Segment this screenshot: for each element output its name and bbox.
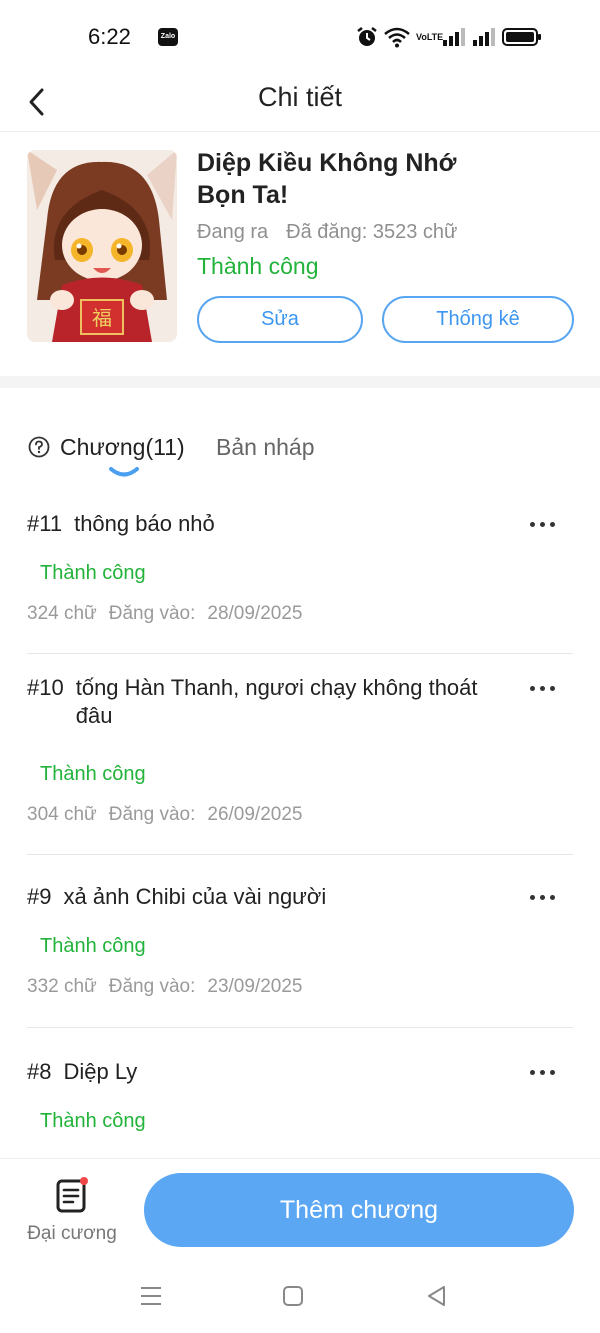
more-options-button[interactable] <box>528 510 558 538</box>
book-word-count: Đã đăng: 3523 chữ <box>286 221 458 243</box>
add-chapter-button[interactable]: Thêm chương <box>144 1173 574 1247</box>
chapter-posted-label: Đăng vào: <box>108 804 196 825</box>
volte-icon: VoLTE <box>416 31 444 42</box>
chapter-date: 28/09/2025 <box>207 603 303 624</box>
tab-chapters[interactable]: Chương(11) <box>28 430 185 464</box>
chapter-word-count: 324 chữ <box>27 603 97 624</box>
status-time: 6:22 <box>88 24 131 49</box>
chapter-status: Thành công <box>40 763 146 785</box>
chapter-word-count: 304 chữ <box>27 804 97 825</box>
chapter-number: #10 <box>27 675 64 700</box>
home-icon[interactable] <box>279 1282 307 1310</box>
tab-chapters-label: Chương(11) <box>60 433 185 460</box>
chapter-title-row: #8 Diệp Ly <box>27 1058 487 1086</box>
page-title: Chi tiết <box>257 82 343 112</box>
book-cover-image[interactable]: 福 <box>27 150 177 342</box>
alarm-icon <box>357 27 377 46</box>
back-triangle-icon[interactable] <box>423 1282 451 1310</box>
outline-label: Đại cương <box>27 1223 117 1244</box>
chapter-title-row: #11 thông báo nhỏ <box>27 510 487 538</box>
chapter-number: #11 <box>27 511 63 536</box>
chapter-item[interactable]: #8 Diệp Ly Thành công <box>0 1028 600 1158</box>
chapter-posted-label: Đăng vào: <box>108 976 196 997</box>
chapter-posted-label: Đăng vào: <box>108 603 196 624</box>
notes-icon <box>56 1177 88 1213</box>
svg-text:福: 福 <box>92 306 112 330</box>
chapter-word-count: 332 chữ <box>27 976 97 997</box>
active-tab-indicator <box>109 467 139 477</box>
book-meta: Đang ra Đã đăng: 3523 chữ <box>197 221 457 244</box>
chapter-title: xả ảnh Chibi của vài người <box>63 884 327 909</box>
screen: 6:22 Zalo VoLTE Chi tiết 福 Diệp Kiều Khô… <box>0 0 600 1333</box>
chapter-item[interactable]: #10 tống Hàn Thanh, ngươi chạy không tho… <box>0 654 600 855</box>
chapter-meta: 332 chữ Đăng vào: 23/09/2025 <box>27 976 302 998</box>
signal-icon <box>443 28 465 46</box>
battery-icon <box>502 28 541 46</box>
chapter-status: Thành công <box>40 562 146 584</box>
book-state: Đang ra <box>197 221 269 243</box>
more-options-button[interactable] <box>528 1058 558 1086</box>
system-navigation-bar <box>0 1258 600 1333</box>
chapter-title-row: #10 tống Hàn Thanh, ngươi chạy không tho… <box>27 674 487 730</box>
help-icon[interactable] <box>28 436 50 458</box>
chapter-status: Thành công <box>40 935 146 957</box>
status-bar: 6:22 Zalo VoLTE <box>0 0 600 76</box>
tab-drafts[interactable]: Bản nháp <box>216 430 314 464</box>
bottom-action-bar: Đại cương Thêm chương <box>0 1158 600 1258</box>
book-status: Thành công <box>197 253 319 279</box>
more-options-button[interactable] <box>528 883 558 911</box>
menu-icon[interactable] <box>137 1282 165 1310</box>
chapter-number: #9 <box>27 884 52 909</box>
chapter-meta: 324 chữ Đăng vào: 28/09/2025 <box>27 603 302 625</box>
chapter-date: 23/09/2025 <box>207 976 303 997</box>
outline-button[interactable]: Đại cương <box>22 1175 122 1247</box>
chapter-title: thông báo nhỏ <box>74 511 215 536</box>
chapter-list: #11 thông báo nhỏ Thành công 324 chữ Đăng… <box>0 490 600 1158</box>
status-icons: VoLTE <box>356 26 542 48</box>
chapter-status: Thành công <box>40 1110 146 1132</box>
chapter-number: #8 <box>27 1059 52 1084</box>
more-options-button[interactable] <box>528 674 558 702</box>
app-header: Chi tiết <box>0 76 600 132</box>
book-title: Diệp Kiều Không Nhớ Bọn Ta! <box>197 149 457 209</box>
chapter-item[interactable]: #11 thông báo nhỏ Thành công 324 chữ Đăng… <box>0 490 600 654</box>
chapter-item[interactable]: #9 xả ảnh Chibi của vài người Thành công… <box>0 855 600 1028</box>
signal-icon <box>473 28 495 46</box>
stats-button[interactable]: Thống kê <box>382 296 574 343</box>
edit-button[interactable]: Sửa <box>197 296 363 343</box>
chapter-title: Diệp Ly <box>63 1059 138 1084</box>
chapter-date: 26/09/2025 <box>207 804 303 825</box>
book-info: 福 Diệp Kiều Không Nhớ Bọn Ta! Đang ra Đã … <box>0 133 600 376</box>
chapter-title: tống Hàn Thanh, ngươi chạy không thoát đ… <box>75 675 478 728</box>
chapter-title-row: #9 xả ảnh Chibi của vài người <box>27 883 487 911</box>
zalo-notification-icon: Zalo <box>158 28 178 46</box>
tabs: Chương(11) Bản nháp <box>0 420 600 480</box>
chibi-illustration: 福 <box>27 150 177 342</box>
wifi-icon <box>384 27 410 48</box>
section-divider <box>0 376 600 388</box>
chapter-meta: 304 chữ Đăng vào: 26/09/2025 <box>27 804 302 826</box>
